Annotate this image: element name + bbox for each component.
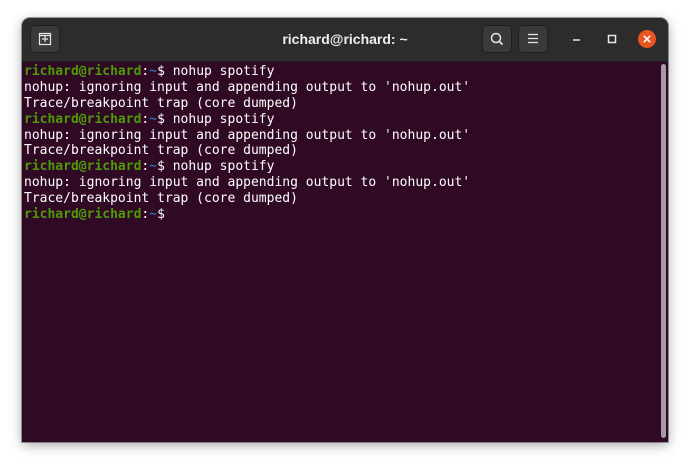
prompt-symbol: $ — [157, 159, 173, 175]
prompt-path: ~ — [149, 159, 158, 175]
prompt-symbol: $ — [157, 111, 173, 127]
output-line: Trace/breakpoint trap (core dumped) — [24, 95, 298, 111]
terminal-window: richard@richard: ~ richard@richard:~$ no… — [22, 18, 668, 442]
command-text: nohup spotify — [172, 159, 275, 175]
prompt-symbol: $ — [157, 64, 173, 79]
prompt-user: richard@richard — [24, 64, 142, 79]
prompt-path: ~ — [149, 111, 158, 127]
terminal-output[interactable]: richard@richard:~$ nohup spotify nohup: i… — [22, 62, 660, 442]
command-text: nohup spotify — [172, 111, 275, 127]
maximize-icon — [607, 34, 617, 44]
output-line: Trace/breakpoint trap (core dumped) — [24, 143, 298, 159]
prompt-line: richard@richard:~$ nohup spotify — [24, 112, 660, 128]
minimize-icon — [573, 39, 580, 41]
menu-button[interactable] — [518, 25, 548, 53]
close-icon — [638, 30, 656, 48]
prompt-line: richard@richard:~$ — [24, 207, 660, 223]
new-tab-icon — [38, 32, 52, 46]
output-line: Trace/breakpoint trap (core dumped) — [24, 191, 298, 207]
prompt-path: ~ — [149, 207, 158, 223]
prompt-symbol: $ — [157, 207, 165, 223]
command-text: nohup spotify — [172, 64, 275, 79]
minimize-button[interactable] — [567, 29, 587, 49]
output-line: nohup: ignoring input and appending outp… — [24, 127, 471, 143]
maximize-button[interactable] — [602, 29, 622, 49]
search-icon — [490, 32, 504, 46]
output-line: nohup: ignoring input and appending outp… — [24, 79, 471, 95]
prompt-user: richard@richard — [24, 159, 142, 175]
scrollbar[interactable] — [661, 64, 666, 438]
prompt-line: richard@richard:~$ nohup spotify — [24, 64, 660, 80]
close-button[interactable] — [637, 29, 657, 49]
prompt-user: richard@richard — [24, 207, 142, 223]
output-line: nohup: ignoring input and appending outp… — [24, 175, 471, 191]
new-tab-button[interactable] — [30, 25, 60, 53]
search-button[interactable] — [482, 25, 512, 53]
prompt-line: richard@richard:~$ nohup spotify — [24, 159, 660, 175]
hamburger-menu-icon — [528, 33, 538, 44]
prompt-path: ~ — [149, 64, 158, 79]
prompt-user: richard@richard — [24, 111, 142, 127]
title-bar[interactable]: richard@richard: ~ — [22, 18, 668, 62]
